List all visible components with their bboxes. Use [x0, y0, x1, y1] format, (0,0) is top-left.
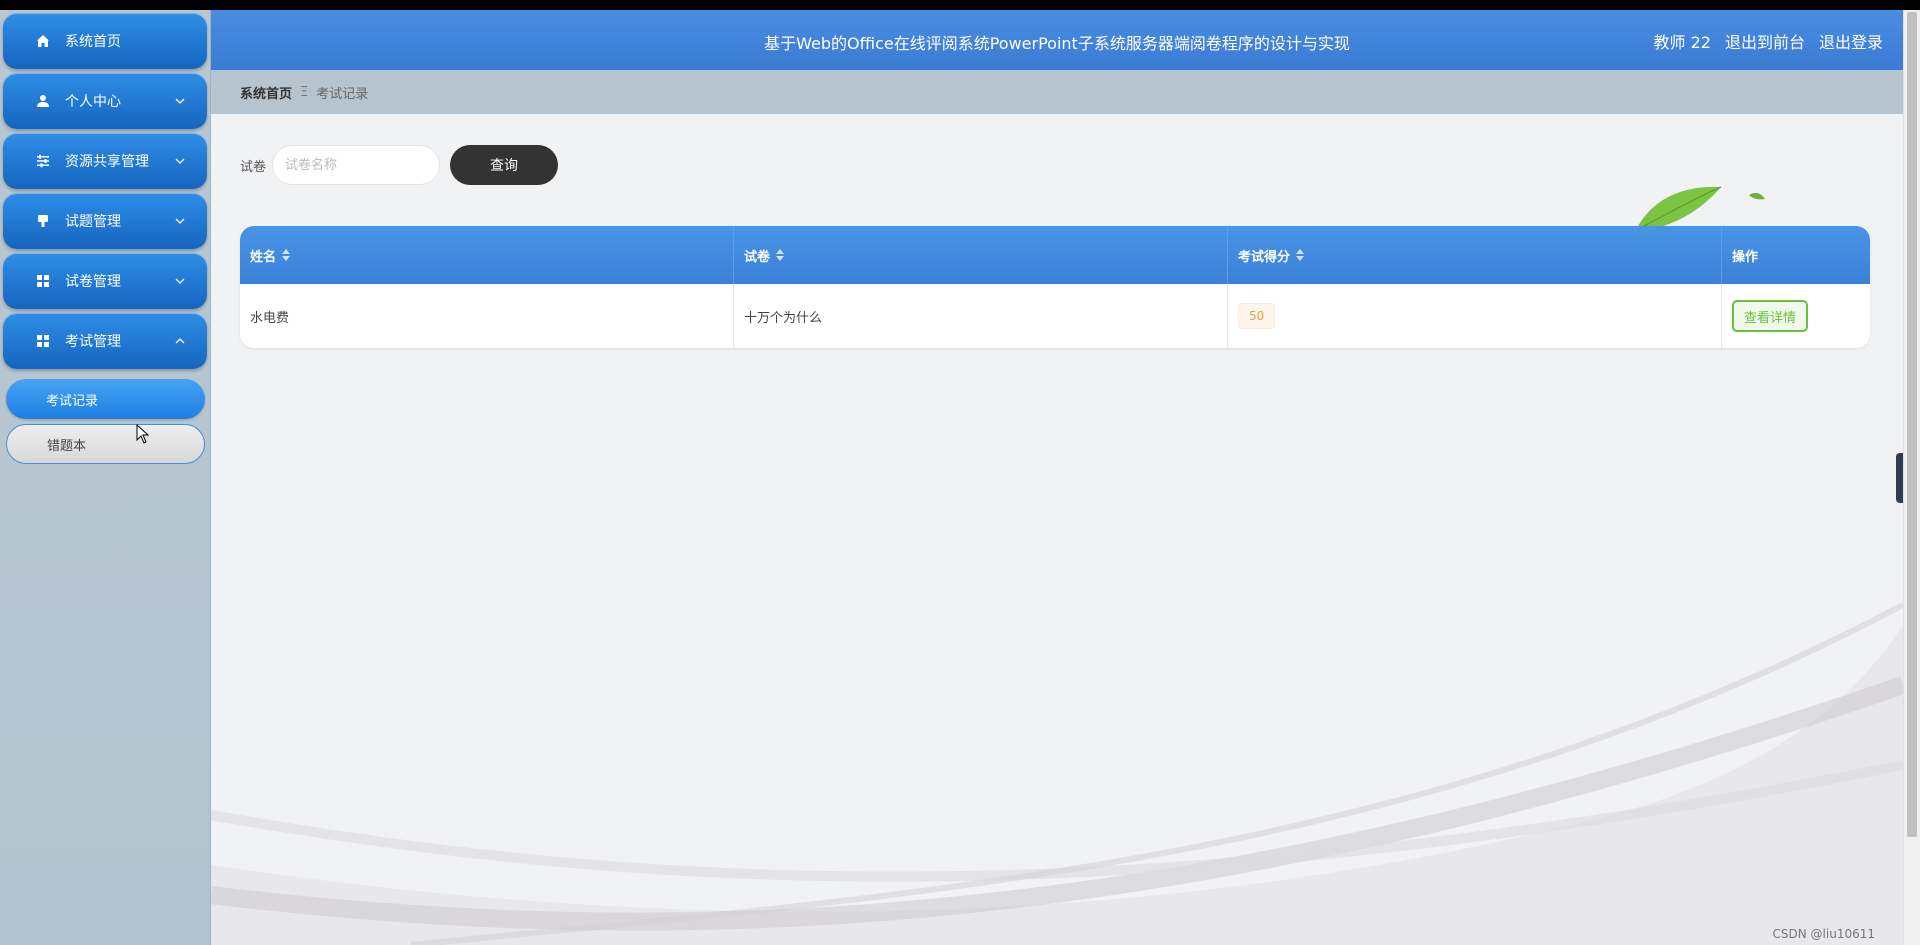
- vertical-scrollbar[interactable]: [1903, 10, 1920, 945]
- chevron-down-icon: [175, 276, 185, 286]
- logout-link[interactable]: 退出登录: [1819, 29, 1883, 53]
- sort-icon[interactable]: [282, 249, 291, 261]
- sort-icon[interactable]: [776, 249, 785, 261]
- background-decoration: [211, 602, 1903, 945]
- breadcrumb-current: 考试记录: [316, 86, 369, 102]
- column-header-label: 操作: [1732, 249, 1759, 265]
- column-header-paper[interactable]: 试卷: [734, 226, 1228, 284]
- sidebar-item-home[interactable]: 系统首页: [3, 13, 207, 69]
- exam-records-table: 姓名 试卷 考试得分 操作 水电费 十万个为什么 50 查看详情: [240, 226, 1870, 348]
- table-header: 姓名 试卷 考试得分 操作: [240, 226, 1870, 284]
- user-icon: [35, 93, 51, 109]
- sidebar-item-label: 系统首页: [65, 34, 121, 50]
- score-badge: 50: [1238, 303, 1276, 329]
- sidebar-item-label: 试题管理: [65, 214, 121, 230]
- sidebar-item-label: 考试管理: [65, 334, 121, 350]
- cell-paper: 十万个为什么: [734, 284, 1228, 348]
- search-bar: 试卷 查询: [240, 145, 559, 185]
- mouse-cursor-icon: [136, 423, 150, 448]
- column-header-score[interactable]: 考试得分: [1228, 226, 1722, 284]
- paper-name-input[interactable]: [272, 145, 441, 185]
- cell-actions: 查看详情: [1722, 284, 1870, 348]
- breadcrumb-separator: Ξ: [300, 84, 309, 100]
- column-header-label: 试卷: [744, 249, 771, 265]
- breadcrumb-home[interactable]: 系统首页: [240, 83, 292, 102]
- sidebar-item-label: 资源共享管理: [65, 154, 149, 170]
- app-window: 系统首页 个人中心 资源共享管理 试题管理 试卷管理 考试管理 考试记录 错题本…: [0, 10, 1920, 945]
- main-content: 基于Web的Office在线评阅系统PowerPoint子系统服务器端阅卷程序的…: [211, 10, 1903, 945]
- sidebar: 系统首页 个人中心 资源共享管理 试题管理 试卷管理 考试管理 考试记录 错题本: [0, 10, 211, 945]
- user-area: 教师 22 退出到前台 退出登录: [1654, 29, 1883, 53]
- table-row: 水电费 十万个为什么 50 查看详情: [240, 284, 1870, 348]
- sidebar-item-personal-center[interactable]: 个人中心: [3, 73, 207, 129]
- sidebar-subitem-exam-records[interactable]: 考试记录: [6, 379, 205, 419]
- exit-to-frontend-link[interactable]: 退出到前台: [1725, 29, 1805, 53]
- home-icon: [35, 33, 51, 49]
- pin-icon: [35, 213, 51, 229]
- column-header-name[interactable]: 姓名: [240, 226, 734, 284]
- view-details-button[interactable]: 查看详情: [1732, 300, 1809, 332]
- sidebar-item-label: 试卷管理: [65, 274, 121, 290]
- chevron-down-icon: [175, 96, 185, 106]
- sidebar-item-label: 个人中心: [65, 94, 121, 110]
- search-label: 试卷: [240, 159, 267, 175]
- cell-score: 50: [1228, 284, 1722, 348]
- column-header-label: 姓名: [250, 249, 277, 265]
- chevron-down-icon: [175, 156, 185, 166]
- sidebar-subitem-wrong-questions[interactable]: 错题本: [6, 424, 205, 464]
- column-header-actions: 操作: [1722, 226, 1870, 284]
- sliders-icon: [35, 153, 51, 169]
- sidebar-subitem-label: 错题本: [47, 438, 87, 454]
- site-title: 基于Web的Office在线评阅系统PowerPoint子系统服务器端阅卷程序的…: [764, 34, 1350, 53]
- grid-icon: [35, 333, 51, 349]
- sort-icon[interactable]: [1296, 249, 1305, 261]
- sidebar-subitem-label: 考试记录: [46, 393, 99, 409]
- search-button[interactable]: 查询: [450, 145, 559, 185]
- breadcrumb: 系统首页 Ξ 考试记录: [211, 70, 1903, 114]
- grid-icon: [35, 273, 51, 289]
- watermark: CSDN @liu10611: [1772, 927, 1875, 941]
- sidebar-item-question-management[interactable]: 试题管理: [3, 193, 207, 249]
- sidebar-item-paper-management[interactable]: 试卷管理: [3, 253, 207, 309]
- sidebar-item-exam-management[interactable]: 考试管理: [3, 313, 207, 369]
- scrollbar-thumb[interactable]: [1907, 12, 1917, 837]
- chevron-down-icon: [175, 216, 185, 226]
- column-header-label: 考试得分: [1238, 249, 1291, 265]
- sidebar-item-resource-sharing[interactable]: 资源共享管理: [3, 133, 207, 189]
- cell-name: 水电费: [240, 284, 734, 348]
- username: 教师 22: [1653, 33, 1711, 52]
- top-header: 基于Web的Office在线评阅系统PowerPoint子系统服务器端阅卷程序的…: [211, 10, 1903, 70]
- chevron-up-icon: [175, 336, 185, 346]
